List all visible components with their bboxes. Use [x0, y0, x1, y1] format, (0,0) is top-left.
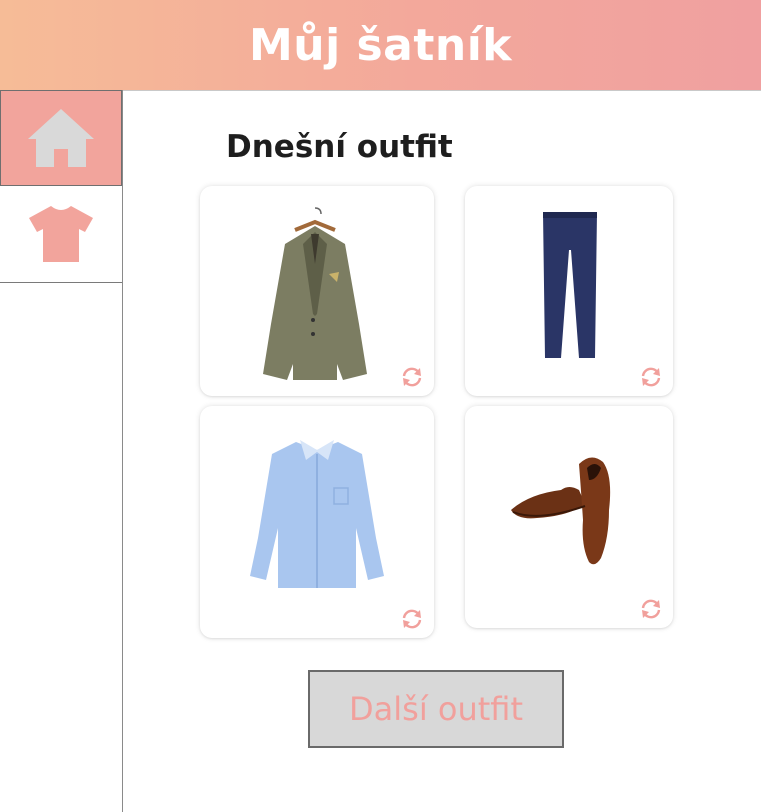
outfit-card-shirt[interactable] [200, 406, 434, 638]
outfit-card-bottom[interactable] [465, 186, 673, 396]
blazer-icon [263, 207, 367, 380]
refresh-icon[interactable] [639, 598, 663, 620]
main-content: Dnešní outfit Další outfit [123, 91, 761, 812]
home-icon [28, 109, 94, 167]
sidebar-item-wardrobe[interactable] [0, 186, 122, 283]
refresh-icon[interactable] [400, 608, 424, 630]
sidebar [0, 90, 123, 812]
refresh-icon[interactable] [639, 366, 663, 388]
app-header: Můj šatník [0, 0, 761, 91]
refresh-icon[interactable] [400, 366, 424, 388]
next-outfit-button[interactable]: Další outfit [308, 670, 564, 748]
trousers-icon [543, 212, 597, 358]
outfit-card-shoes[interactable] [465, 406, 673, 628]
sidebar-item-home[interactable] [0, 90, 122, 186]
outfit-card-top[interactable] [200, 186, 434, 396]
outfit-title: Dnešní outfit [226, 129, 453, 165]
tshirt-icon [29, 206, 93, 262]
shoes-icon [511, 457, 611, 565]
app-title: Můj šatník [248, 19, 513, 71]
shirt-icon [250, 440, 384, 588]
